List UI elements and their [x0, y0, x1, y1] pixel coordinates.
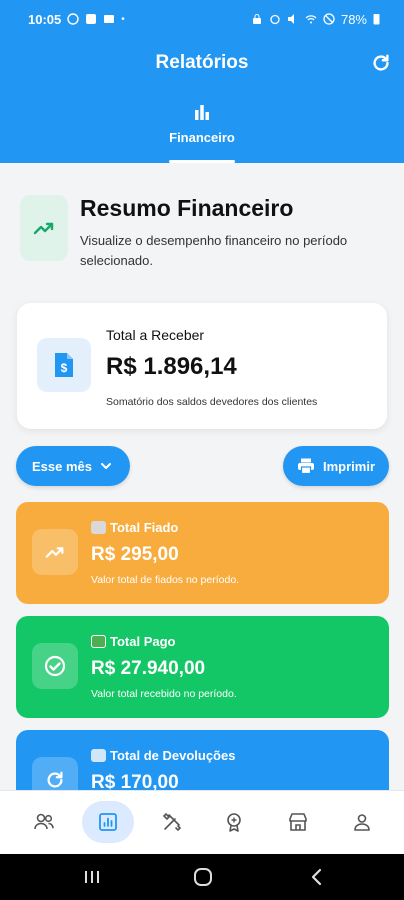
lock-icon [252, 14, 261, 24]
whatsapp-icon [67, 13, 79, 25]
print-label: Imprimir [323, 458, 376, 474]
nav-profile[interactable] [336, 801, 388, 843]
store-icon [289, 813, 307, 831]
refresh-icon[interactable] [370, 52, 392, 74]
trend-up-icon [20, 195, 68, 261]
battery-level: 78% [340, 11, 367, 27]
total-receivable-description: Somatório dos saldos devedores dos clien… [106, 396, 318, 408]
period-label: Esse mês [32, 458, 92, 474]
profile-icon [354, 814, 370, 831]
mail-icon [104, 15, 115, 23]
page-title: Relatórios [155, 52, 249, 73]
summary-header: Resumo Financeiro Visualize o desempenho… [20, 195, 390, 275]
trend-up-icon [32, 529, 78, 575]
tab-financeiro[interactable]: Financeiro [167, 100, 237, 163]
invoice-dollar-icon: $ [37, 338, 91, 392]
app-header-area: 10:05 • 78% Relatórios Financeiro [0, 0, 404, 163]
metric-title: Total Pago [91, 634, 175, 649]
metric-title-text: Total Pago [110, 634, 176, 649]
chevron-down-icon [101, 463, 111, 469]
bar-chart-icon [195, 105, 209, 120]
badge-icon [227, 813, 241, 832]
refresh-cycle-icon [32, 757, 78, 790]
tab-bar: Financeiro [0, 100, 404, 163]
total-receivable-card: $ Total a Receber R$ 1.896,14 Somatório … [17, 303, 387, 429]
check-mark-button-icon [91, 635, 106, 648]
money-wings-icon [91, 521, 106, 534]
tools-icon [162, 812, 182, 832]
printer-icon [298, 458, 314, 474]
nav-store[interactable] [272, 801, 324, 843]
recent-apps-button[interactable] [80, 866, 104, 888]
total-receivable-value: R$ 1.896,14 [106, 353, 237, 380]
back-chevron-icon [311, 868, 322, 886]
notification-dot-icon: • [121, 13, 125, 25]
summary-title: Resumo Financeiro [80, 195, 294, 221]
gallery-icon [86, 14, 97, 24]
metric-value: R$ 170,00 [91, 772, 179, 790]
nav-reports[interactable] [82, 801, 134, 843]
metric-card-devolucoes: Total de Devoluções R$ 170,00 [16, 730, 389, 790]
mute-icon [287, 14, 294, 24]
back-button[interactable] [305, 866, 329, 888]
reports-icon [99, 813, 117, 831]
nav-tools[interactable] [146, 801, 198, 843]
check-circle-icon [32, 643, 78, 689]
tab-label: Financeiro [169, 130, 235, 145]
metric-title: Total de Devoluções [91, 748, 235, 763]
total-receivable-label: Total a Receber [106, 327, 205, 343]
svg-text:$: $ [61, 361, 68, 375]
home-button[interactable] [191, 866, 215, 888]
metric-card-pago: Total Pago R$ 27.940,00 Valor total rece… [16, 616, 389, 718]
users-icon [34, 813, 54, 830]
reports-content[interactable]: Resumo Financeiro Visualize o desempenho… [0, 163, 404, 790]
status-time: 10:05 [28, 11, 62, 27]
metric-description: Valor total recebido no período. [91, 688, 237, 700]
nav-users[interactable] [18, 801, 70, 843]
metric-title-text: Total de Devoluções [110, 748, 236, 763]
battery-icon [373, 14, 380, 25]
receipt-icon [91, 749, 106, 762]
metric-description: Valor total de fiados no período. [91, 574, 240, 586]
system-navigation-bar [0, 854, 404, 900]
metric-value: R$ 295,00 [91, 544, 179, 565]
metric-card-fiado: Total Fiado R$ 295,00 Valor total de fia… [16, 502, 389, 604]
wifi-icon [305, 15, 317, 24]
metric-title: Total Fiado [91, 520, 178, 535]
metric-title-text: Total Fiado [110, 520, 179, 535]
bottom-navigation [0, 790, 404, 854]
nav-badge[interactable] [208, 801, 260, 843]
home-circle-icon [194, 868, 212, 886]
no-signal-icon [323, 13, 335, 25]
period-dropdown[interactable]: Esse mês [16, 446, 130, 486]
alarm-icon [270, 14, 280, 25]
app-bar: Relatórios [0, 44, 404, 82]
status-bar: 10:05 • 78% [0, 0, 404, 38]
summary-subtitle: Visualize o desempenho financeiro no per… [80, 233, 348, 268]
metric-value: R$ 27.940,00 [91, 658, 206, 679]
recent-apps-icon [85, 871, 99, 883]
print-button[interactable]: Imprimir [283, 446, 389, 486]
